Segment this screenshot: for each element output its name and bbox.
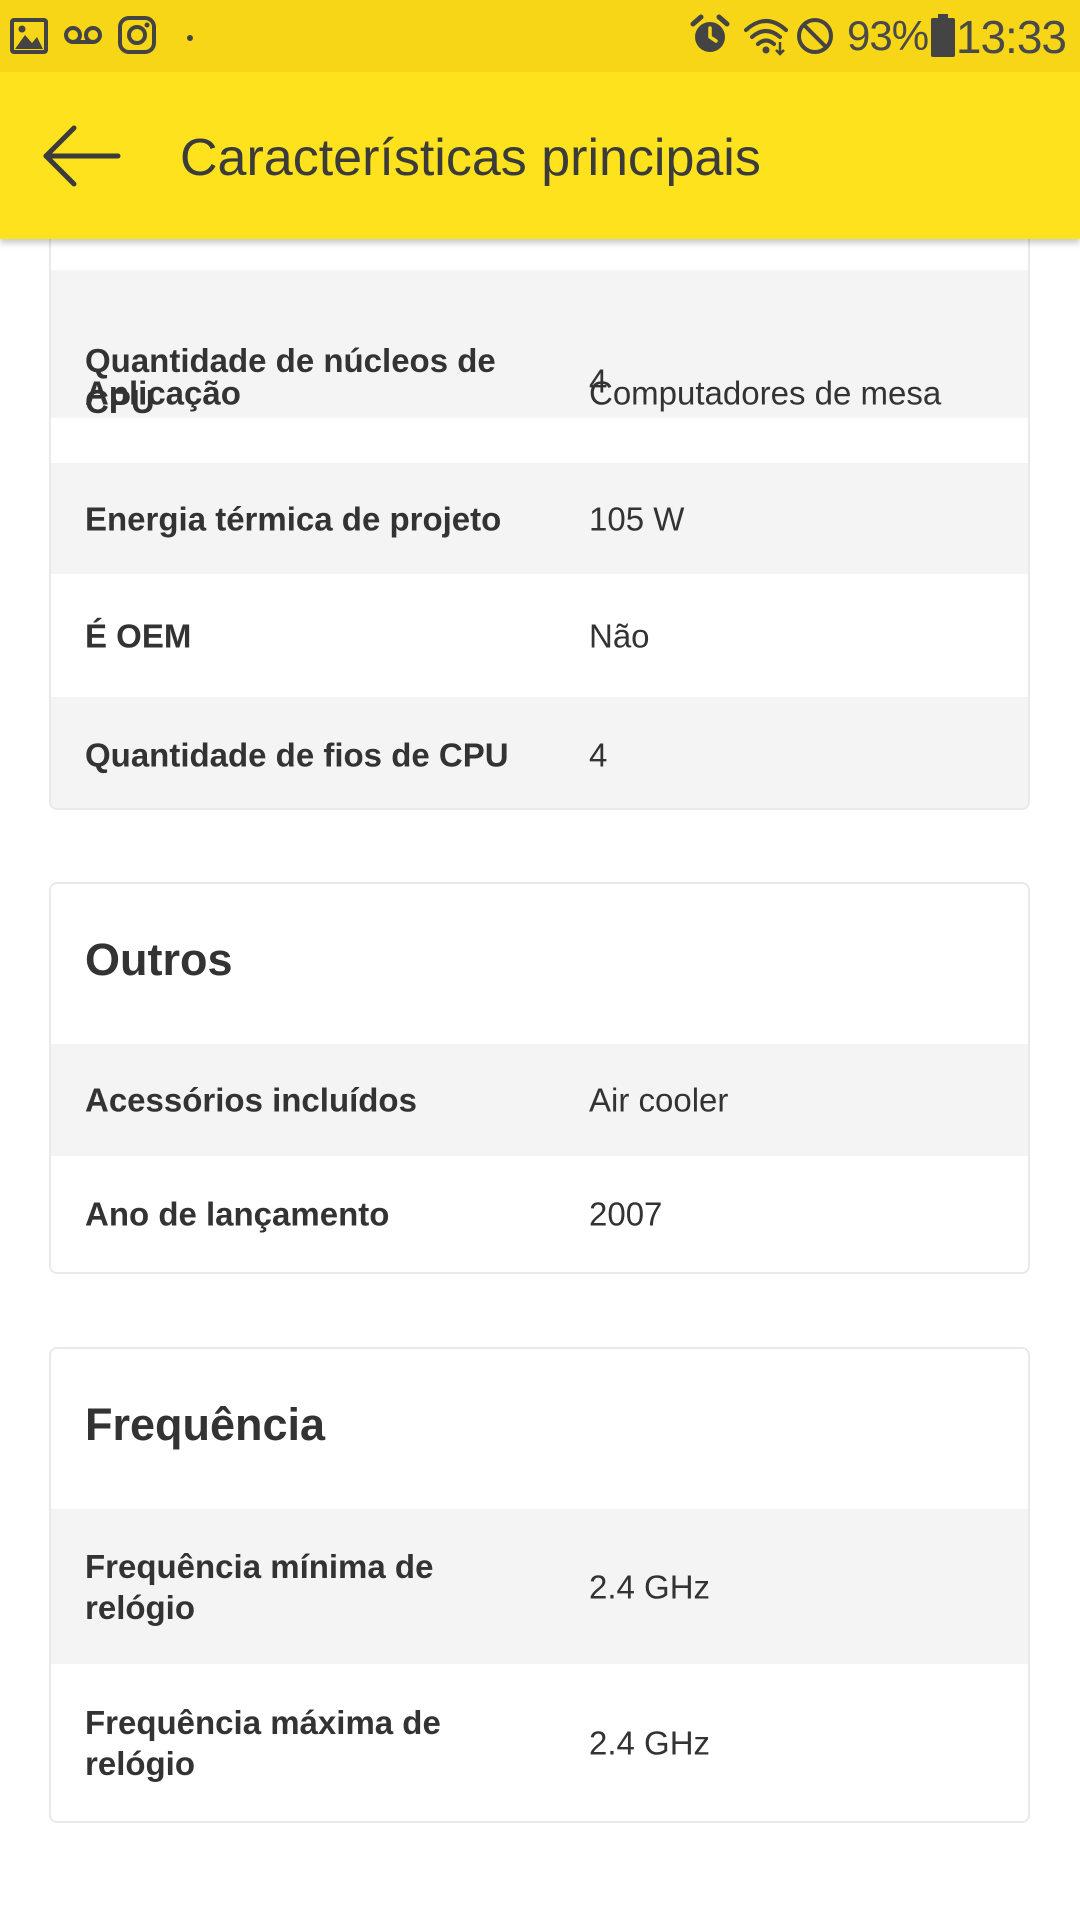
spec-value: 2.4 GHz [589, 1568, 711, 1605]
spec-row: Acessórios incluídos Air cooler [51, 1044, 1028, 1156]
status-bar: 93% 13:33 [0, 0, 1080, 72]
spec-value: 4 [589, 362, 608, 399]
alarm-icon [690, 14, 730, 52]
spec-row: Frequência máxima de relógio 2.4 GHz [51, 1664, 1028, 1821]
spec-key: É OEM [85, 617, 192, 654]
back-button[interactable] [40, 116, 124, 196]
do-not-disturb-icon [797, 18, 833, 54]
spec-row: Ano de lançamento 2007 [51, 1156, 1028, 1272]
app-toolbar: Características principais [0, 72, 1080, 239]
page-title: Características principais [180, 129, 761, 187]
spec-value: 4 [589, 736, 608, 773]
frequencia-card: Frequência Frequência mínima de relógio … [49, 1347, 1030, 1823]
wifi-icon [744, 19, 788, 56]
spec-row: Energia térmica de projeto 105 W [51, 463, 1028, 574]
spec-key: Acessórios incluídos [85, 1081, 417, 1119]
spec-row: Quantidade de fios de CPU 4 [51, 697, 1028, 808]
spec-value: 2.4 GHz [589, 1724, 711, 1761]
spec-row: Quantidade de núcleos de CPU 4 [51, 298, 1028, 463]
spec-content: Aplicação Computadores de mesa Quantidad… [0, 0, 1080, 1920]
dot-icon [187, 35, 193, 41]
outros-card: Outros Acessórios incluídos Air cooler A… [49, 882, 1030, 1274]
arrow-left-icon [43, 125, 121, 187]
section-title: Frequência [85, 1399, 326, 1450]
battery-icon [931, 14, 955, 57]
clock: 13:33 [955, 11, 1067, 63]
spec-key: Ano de lançamento [85, 1195, 390, 1233]
instagram-icon [118, 16, 156, 54]
spec-key: Frequência mínima de relógio [85, 1547, 434, 1626]
spec-key: Quantidade de núcleos de CPU [85, 341, 496, 420]
image-icon [10, 18, 48, 54]
spec-row: É OEM Não [51, 574, 1028, 697]
spec-key: Frequência máxima de relógio [85, 1703, 441, 1782]
spec-value: 105 W [589, 500, 685, 537]
spec-value: 2007 [589, 1195, 663, 1233]
spec-value: Não [589, 617, 650, 654]
section-title: Outros [85, 934, 233, 985]
spec-value: Air cooler [589, 1081, 729, 1119]
spec-row: Frequência mínima de relógio 2.4 GHz [51, 1509, 1028, 1664]
spec-key: Quantidade de fios de CPU [85, 736, 509, 773]
spec-key: Energia térmica de projeto [85, 500, 502, 537]
voicemail-icon [64, 26, 102, 44]
battery-percent: 93% [847, 12, 929, 59]
